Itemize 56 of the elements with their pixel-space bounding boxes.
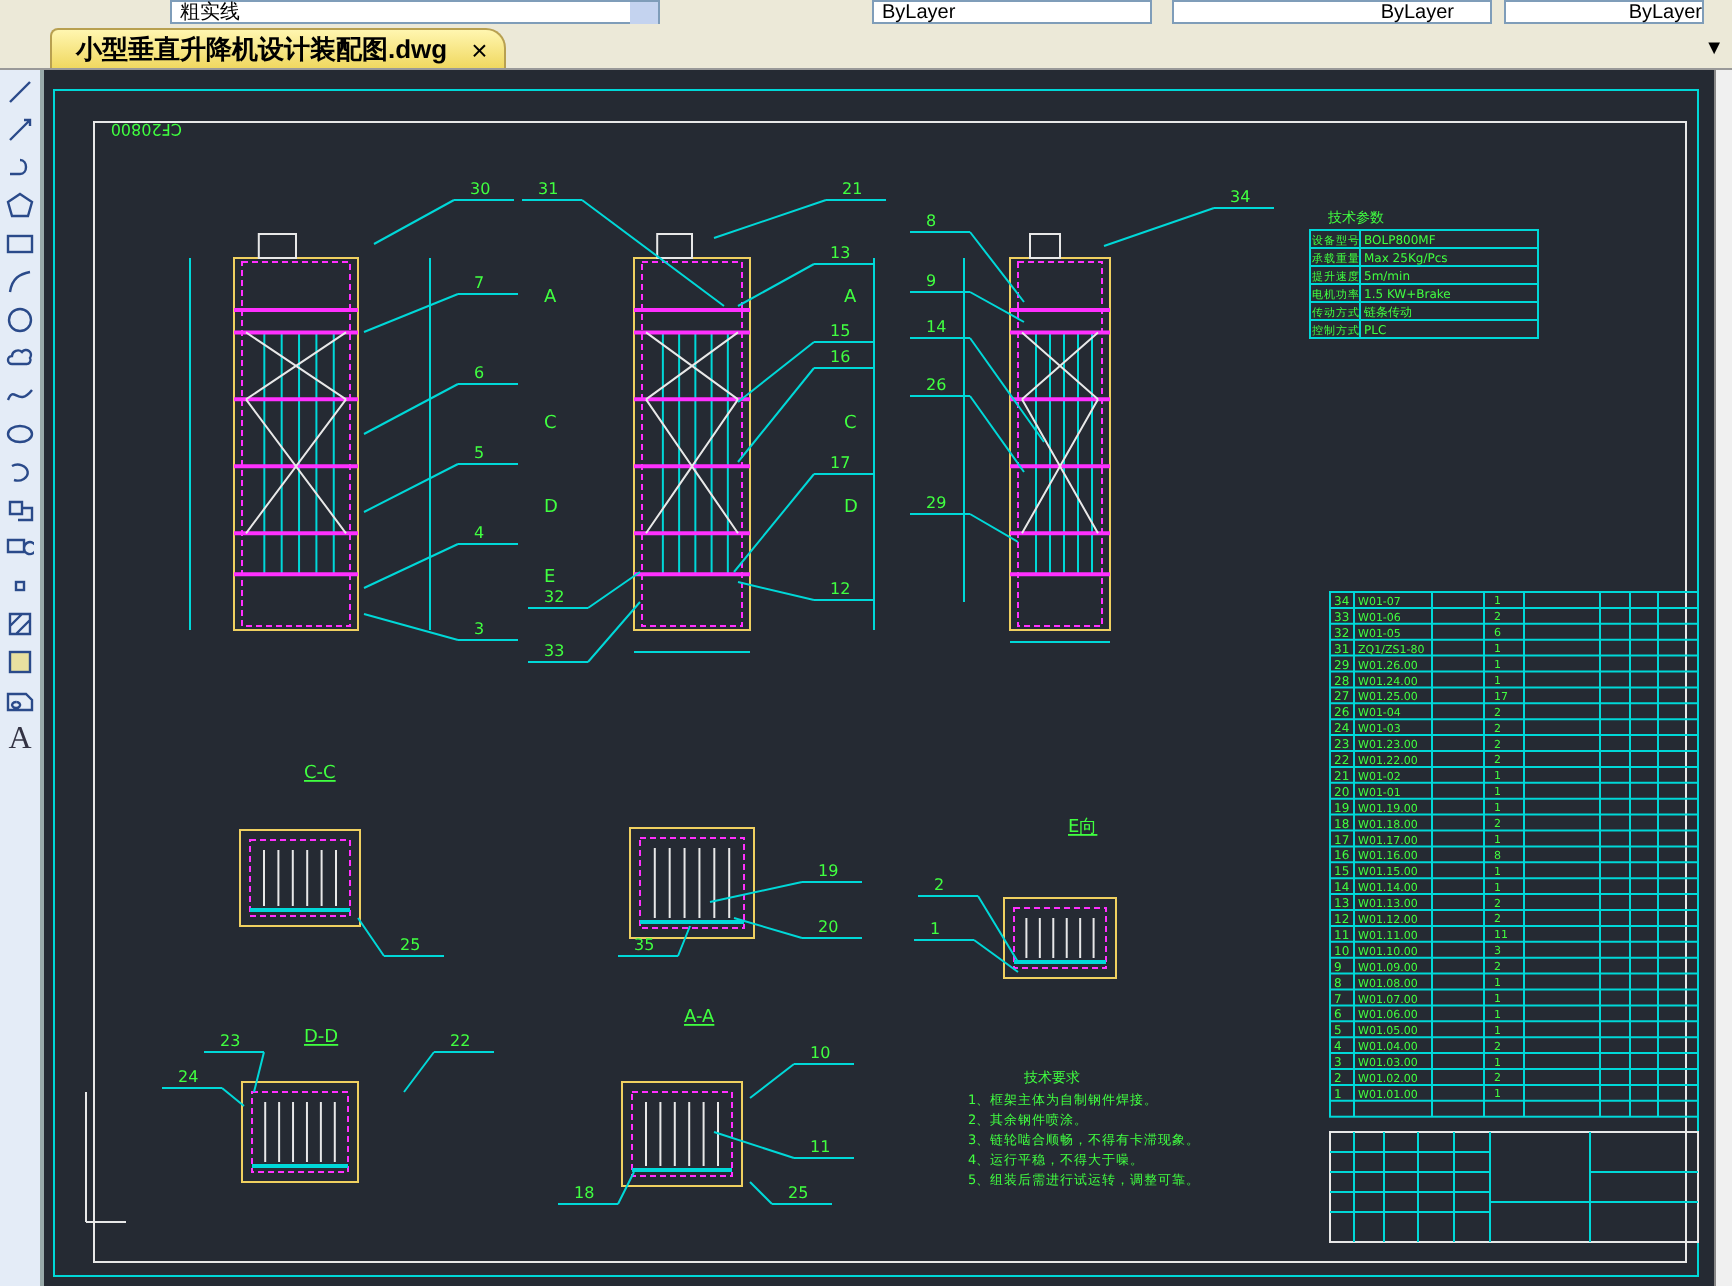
callout-number: 24: [178, 1068, 199, 1086]
callout-number: 17: [830, 454, 851, 472]
callout-number: 20: [818, 918, 839, 936]
callout-number: 11: [810, 1138, 831, 1156]
view-title: C-C: [304, 764, 336, 784]
section-mark: A: [544, 288, 557, 308]
callout-number: 10: [810, 1044, 831, 1062]
text-tool-icon[interactable]: A: [8, 724, 32, 756]
callout-number: 34: [1230, 188, 1251, 206]
callout-number: 35: [634, 936, 655, 954]
callout-number: 16: [830, 348, 851, 366]
callout-number: 32: [544, 588, 565, 606]
section-mark: D: [544, 498, 558, 518]
callout-number: 7: [474, 274, 485, 292]
section-mark: C: [544, 414, 557, 434]
callout-number: 14: [926, 318, 947, 336]
callout-number: 31: [538, 180, 559, 198]
view-title: E向: [1068, 818, 1098, 838]
callout-number: 12: [830, 580, 851, 598]
layer-name: 粗实线: [180, 1, 240, 23]
linetype-dropdown[interactable]: ByLayer: [1172, 0, 1492, 24]
callout-number: 8: [926, 212, 937, 230]
section-mark: C: [844, 414, 857, 434]
callout-number: 30: [470, 180, 491, 198]
drawing-code: CF20800: [110, 120, 182, 138]
callout-number: 15: [830, 322, 851, 340]
lineweight-dropdown[interactable]: ByLayer: [1504, 0, 1704, 24]
callout-number: 1: [930, 920, 941, 938]
callout-number: 33: [544, 642, 565, 660]
section-mark: A: [844, 288, 857, 308]
callout-number: 23: [220, 1032, 241, 1050]
callout-number: 22: [450, 1032, 471, 1050]
callout-number: 6: [474, 364, 485, 382]
callout-number: 18: [574, 1184, 595, 1202]
callout-number: 29: [926, 494, 947, 512]
tab-title: 小型垂直升降机设计装配图.dwg: [76, 31, 448, 67]
document-tab[interactable]: 小型垂直升降机设计装配图.dwg ×: [50, 28, 506, 68]
callout-number: 25: [400, 936, 421, 954]
view-title: D-D: [304, 1028, 339, 1048]
close-button[interactable]: ×: [471, 33, 488, 65]
callout-number: 3: [474, 620, 485, 638]
callout-number: 21: [842, 180, 863, 198]
callout-number: 9: [926, 272, 937, 290]
callout-number: 13: [830, 244, 851, 262]
callout-number: 4: [474, 524, 485, 542]
callout-number: 5: [474, 444, 485, 462]
layer-dropdown[interactable]: 粗实线: [170, 0, 660, 24]
callout-number: 25: [788, 1184, 809, 1202]
tab-menu-button[interactable]: ▼: [1696, 38, 1732, 68]
color-dropdown[interactable]: ByLayer: [872, 0, 1152, 24]
view-title: A-A: [684, 1008, 715, 1028]
section-mark: D: [844, 498, 858, 518]
section-mark: E: [544, 568, 556, 588]
callout-number: 19: [818, 862, 839, 880]
callout-number: 2: [934, 876, 945, 894]
callout-number: 26: [926, 376, 947, 394]
